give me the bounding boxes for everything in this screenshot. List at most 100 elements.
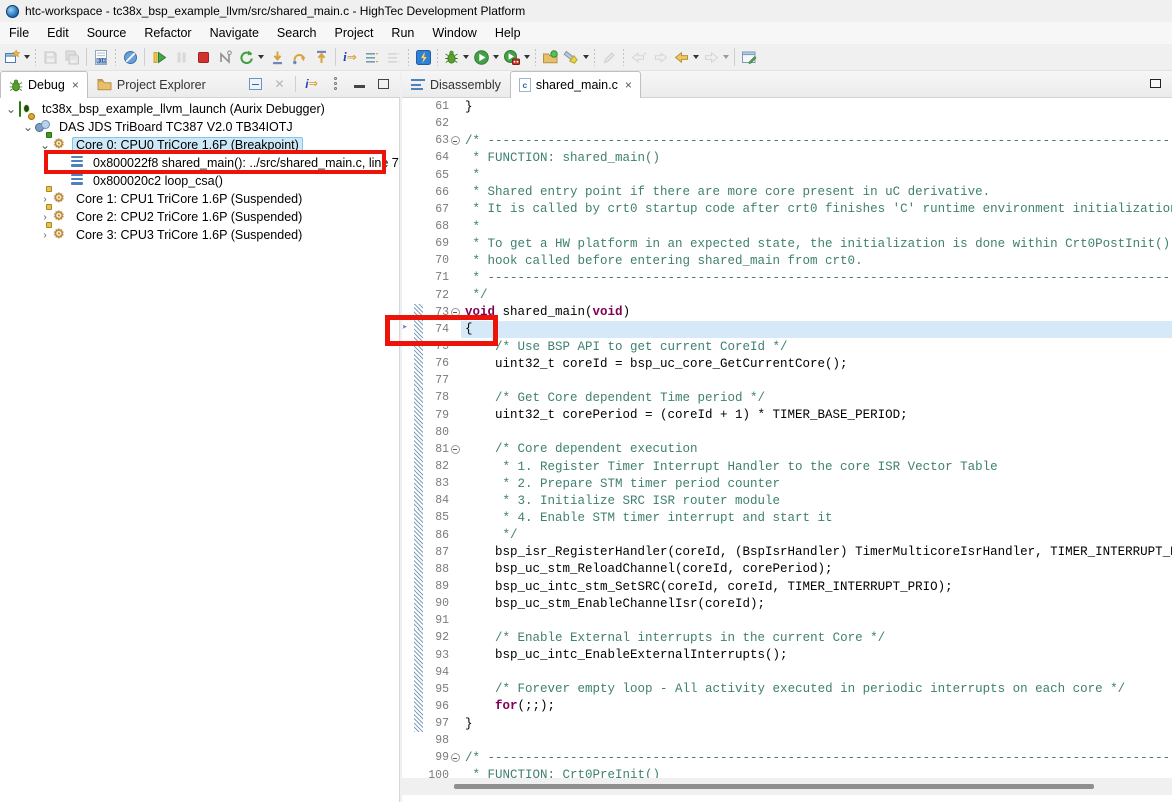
save-all-button[interactable] xyxy=(61,46,83,68)
tree-row-6[interactable]: ›⚙Core 2: CPU2 TriCore 1.6P (Suspended) xyxy=(0,208,399,226)
tree-row-4[interactable]: 0x800020c2 loop_csa() xyxy=(0,172,399,190)
code-line-70[interactable]: 70 * hook called before entering shared_… xyxy=(402,252,1172,269)
code-line-64[interactable]: 64 * FUNCTION: shared_main() xyxy=(402,149,1172,166)
code-text[interactable]: void shared_main(void) xyxy=(461,304,1172,321)
code-text[interactable]: * 2. Prepare STM timer period counter xyxy=(461,475,1172,492)
code-line-82[interactable]: 82 * 1. Register Timer Interrupt Handler… xyxy=(402,458,1172,475)
code-line-75[interactable]: 75 /* Use BSP API to get current CoreId … xyxy=(402,338,1172,355)
collapse-all-button[interactable] xyxy=(247,75,264,92)
new-wizard-button[interactable] xyxy=(2,46,32,68)
instruction-stepping-mode-button[interactable]: i⇒ xyxy=(303,75,320,92)
tree-row-5[interactable]: ›⚙Core 1: CPU1 TriCore 1.6P (Suspended) xyxy=(0,190,399,208)
tab-shared-main-close-icon[interactable]: × xyxy=(625,78,632,92)
code-line-79[interactable]: 79 uint32_t corePeriod = (coreId + 1) * … xyxy=(402,407,1172,424)
code-line-88[interactable]: 88 bsp_uc_stm_ReloadChannel(coreId, core… xyxy=(402,561,1172,578)
next-annotation-button[interactable] xyxy=(649,46,671,68)
code-line-76[interactable]: 76 uint32_t coreId = bsp_uc_core_GetCurr… xyxy=(402,355,1172,372)
code-text[interactable]: uint32_t coreId = bsp_uc_core_GetCurrent… xyxy=(461,355,1172,372)
code-line-71[interactable]: 71 * -----------------------------------… xyxy=(402,269,1172,286)
horizontal-scrollbar[interactable] xyxy=(402,778,1172,795)
resume-button[interactable] xyxy=(148,46,170,68)
code-line-62[interactable]: 62 xyxy=(402,115,1172,132)
suspend-button[interactable] xyxy=(170,46,192,68)
forward-history-button[interactable] xyxy=(701,46,731,68)
view-menu-icon[interactable] xyxy=(327,75,344,92)
flash-target-button[interactable] xyxy=(412,46,434,68)
menu-run[interactable]: Run xyxy=(382,23,423,43)
tab-shared-main-c[interactable]: c shared_main.c × xyxy=(510,71,641,98)
code-line-89[interactable]: 89 bsp_uc_intc_stm_SetSRC(coreId, coreId… xyxy=(402,578,1172,595)
tree-expander-icon[interactable]: › xyxy=(38,194,52,205)
tab-debug-close-icon[interactable]: × xyxy=(72,78,79,92)
code-line-98[interactable]: 98 xyxy=(402,732,1172,749)
menu-project[interactable]: Project xyxy=(326,23,383,43)
code-line-74[interactable]: ➤74{ xyxy=(402,321,1172,338)
horizontal-scrollbar-thumb[interactable] xyxy=(454,784,1094,789)
tab-project-explorer[interactable]: Project Explorer xyxy=(88,71,215,97)
code-line-84[interactable]: 84 * 3. Initialize SRC ISR router module xyxy=(402,492,1172,509)
run-coverage-button-dropdown-icon[interactable] xyxy=(524,55,530,59)
code-text[interactable] xyxy=(461,372,1172,389)
debug-button-dropdown-icon[interactable] xyxy=(463,55,469,59)
code-text[interactable]: * xyxy=(461,167,1172,184)
code-text[interactable]: */ xyxy=(461,287,1172,304)
code-line-83[interactable]: 83 * 2. Prepare STM timer period counter xyxy=(402,475,1172,492)
code-line-65[interactable]: 65 * xyxy=(402,167,1172,184)
code-line-81[interactable]: 81 /* Core dependent execution xyxy=(402,441,1172,458)
restart-button[interactable] xyxy=(236,46,266,68)
debug-button[interactable] xyxy=(441,46,471,68)
code-line-66[interactable]: 66 * Shared entry point if there are mor… xyxy=(402,184,1172,201)
step-return-button[interactable] xyxy=(310,46,332,68)
code-line-96[interactable]: 96 for(;;); xyxy=(402,698,1172,715)
maximize-view-button[interactable] xyxy=(375,75,392,92)
show-disassembly-alt-button[interactable] xyxy=(383,46,405,68)
code-text[interactable] xyxy=(461,424,1172,441)
run-coverage-button[interactable] xyxy=(501,46,532,68)
code-text[interactable]: * FUNCTION: Crt0PreInit() xyxy=(461,766,1172,778)
search-button[interactable] xyxy=(561,46,591,68)
code-text[interactable]: /* Enable External interrupts in the cur… xyxy=(461,629,1172,646)
code-text[interactable]: for(;;); xyxy=(461,698,1172,715)
forward-history-button-dropdown-icon[interactable] xyxy=(723,55,729,59)
fold-marker-icon[interactable] xyxy=(449,445,461,454)
new-wizard-button-dropdown-icon[interactable] xyxy=(24,55,30,59)
remove-all-terminated-button[interactable]: ✕ xyxy=(271,75,288,92)
code-text[interactable]: { xyxy=(461,321,1172,338)
menu-search[interactable]: Search xyxy=(268,23,326,43)
code-text[interactable]: bsp_isr_RegisterHandler(coreId, (BspIsrH… xyxy=(461,544,1172,561)
code-line-67[interactable]: 67 * It is called by crt0 startup code a… xyxy=(402,201,1172,218)
open-element-button[interactable] xyxy=(539,46,561,68)
code-text[interactable]: bsp_uc_stm_ReloadChannel(coreId, corePer… xyxy=(461,561,1172,578)
tree-expander-icon[interactable]: › xyxy=(38,230,52,241)
last-edit-location-button[interactable] xyxy=(598,46,620,68)
code-line-95[interactable]: 95 /* Forever empty loop - All activity … xyxy=(402,681,1172,698)
code-line-61[interactable]: 61} xyxy=(402,98,1172,115)
code-text[interactable]: */ xyxy=(461,527,1172,544)
back-history-button[interactable] xyxy=(671,46,701,68)
code-text[interactable]: * hook called before entering shared_mai… xyxy=(461,252,1172,269)
code-text[interactable] xyxy=(461,115,1172,132)
code-text[interactable] xyxy=(461,612,1172,629)
code-text[interactable]: uint32_t corePeriod = (coreId + 1) * TIM… xyxy=(461,407,1172,424)
code-line-78[interactable]: 78 /* Get Core dependent Time period */ xyxy=(402,389,1172,406)
maximize-editor-button[interactable] xyxy=(1147,75,1164,92)
code-text[interactable]: * 4. Enable STM timer interrupt and star… xyxy=(461,509,1172,526)
code-text[interactable]: bsp_uc_stm_EnableChannelIsr(coreId); xyxy=(461,595,1172,612)
menu-help[interactable]: Help xyxy=(486,23,530,43)
code-line-100[interactable]: 100 * FUNCTION: Crt0PreInit() xyxy=(402,766,1172,778)
code-text[interactable]: * --------------------------------------… xyxy=(461,269,1172,286)
code-text[interactable]: * It is called by crt0 startup code afte… xyxy=(461,201,1172,218)
code-text[interactable]: * FUNCTION: shared_main() xyxy=(461,149,1172,166)
code-line-72[interactable]: 72 */ xyxy=(402,287,1172,304)
code-line-68[interactable]: 68 * xyxy=(402,218,1172,235)
menu-refactor[interactable]: Refactor xyxy=(135,23,200,43)
menu-navigate[interactable]: Navigate xyxy=(201,23,268,43)
instruction-stepping-button[interactable]: i⇒ xyxy=(339,46,361,68)
tree-expander-icon[interactable]: ⌄ xyxy=(21,120,35,134)
tree-expander-icon[interactable]: › xyxy=(38,212,52,223)
code-line-92[interactable]: 92 /* Enable External interrupts in the … xyxy=(402,629,1172,646)
menu-file[interactable]: File xyxy=(0,23,38,43)
code-text[interactable]: } xyxy=(461,715,1172,732)
step-into-button[interactable] xyxy=(266,46,288,68)
code-text[interactable] xyxy=(461,732,1172,749)
